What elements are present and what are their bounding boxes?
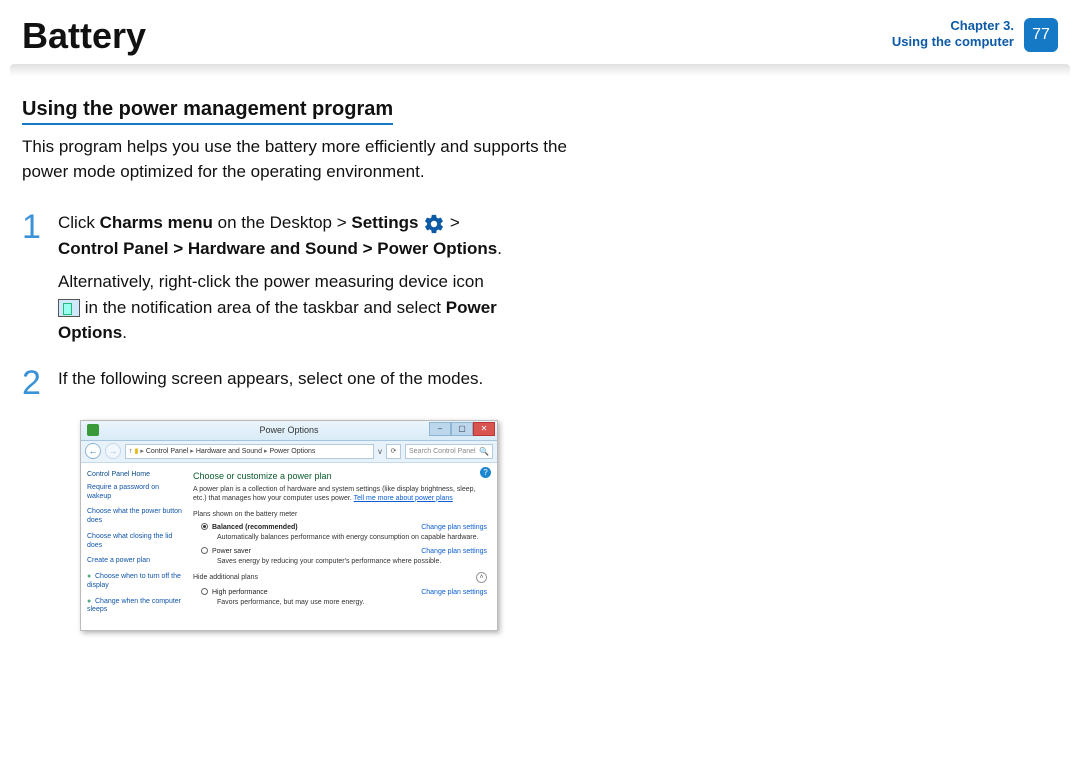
content-column: Using the power management program This … bbox=[0, 76, 590, 631]
change-plan-link[interactable]: Change plan settings bbox=[421, 524, 487, 531]
radio-high-performance[interactable] bbox=[201, 588, 208, 595]
plan-name: Power saver bbox=[212, 548, 251, 555]
folder-up-icon: ↑ bbox=[129, 448, 133, 455]
page-header: Battery Chapter 3. Using the computer 77 bbox=[0, 0, 1080, 54]
chapter-block: Chapter 3. Using the computer 77 bbox=[892, 18, 1058, 52]
search-placeholder: Search Control Panel bbox=[409, 448, 476, 455]
main-pane: ? Choose or customize a power plan A pow… bbox=[189, 463, 497, 630]
minimize-button[interactable]: – bbox=[429, 422, 451, 436]
step-1-alt2: in the notification area of the taskbar … bbox=[58, 295, 568, 346]
breadcrumb-item[interactable]: Control Panel bbox=[146, 448, 188, 455]
change-plan-link[interactable]: Change plan settings bbox=[421, 548, 487, 555]
chapter-line2: Using the computer bbox=[892, 34, 1014, 50]
collapse-icon[interactable]: ˄ bbox=[476, 572, 487, 583]
change-plan-link[interactable]: Change plan settings bbox=[421, 589, 487, 596]
forward-button[interactable]: → bbox=[105, 443, 121, 459]
power-options-window: Power Options – ▢ ✕ ← → ↑ ▮ ▸ Control Pa… bbox=[80, 420, 498, 631]
section-intro: This program helps you use the battery m… bbox=[22, 135, 568, 184]
address-bar: ← → ↑ ▮ ▸ Control Panel ▸ Hardware and S… bbox=[81, 441, 497, 463]
bullet-icon: ● bbox=[87, 573, 95, 582]
gear-icon bbox=[423, 213, 445, 235]
hide-plans-label[interactable]: Hide additional plans bbox=[193, 574, 258, 581]
main-heading: Choose or customize a power plan bbox=[193, 471, 487, 481]
step-1: 1 Click Charms menu on the Desktop > Set… bbox=[22, 210, 568, 346]
step-1-body: Click Charms menu on the Desktop > Setti… bbox=[58, 210, 568, 346]
plan-desc: Favors performance, but may use more ene… bbox=[217, 598, 487, 607]
folder-icon: ▮ bbox=[135, 447, 139, 455]
step-1-line2: Control Panel > Hardware and Sound > Pow… bbox=[58, 236, 568, 262]
sidebar: Control Panel Home Require a password on… bbox=[81, 463, 189, 630]
plan-name: High performance bbox=[212, 589, 268, 596]
step-1-line1: Click Charms menu on the Desktop > Setti… bbox=[58, 210, 568, 236]
step-2-body: If the following screen appears, select … bbox=[58, 366, 483, 400]
page-title: Battery bbox=[22, 18, 146, 54]
chapter-line1: Chapter 3. bbox=[892, 18, 1014, 34]
more-link[interactable]: Tell me more about power plans bbox=[354, 495, 453, 502]
main-description: A power plan is a collection of hardware… bbox=[193, 485, 487, 503]
step-number: 2 bbox=[22, 366, 44, 400]
plan-high-performance: High performance Change plan settings Fa… bbox=[201, 587, 487, 607]
plan-desc: Saves energy by reducing your computer's… bbox=[217, 557, 487, 566]
bullet-icon: ● bbox=[87, 598, 95, 607]
back-button[interactable]: ← bbox=[85, 443, 101, 459]
plan-balanced: Balanced (recommended) Change plan setti… bbox=[201, 522, 487, 542]
step-2: 2 If the following screen appears, selec… bbox=[22, 366, 568, 400]
header-shadow bbox=[10, 64, 1070, 76]
refresh-button[interactable]: ⟳ bbox=[386, 444, 401, 459]
breadcrumb-item[interactable]: Power Options bbox=[269, 448, 315, 455]
battery-tray-icon bbox=[58, 299, 80, 317]
window-controls: – ▢ ✕ bbox=[429, 422, 495, 436]
chapter-text: Chapter 3. Using the computer bbox=[892, 18, 1014, 51]
sidebar-link-close-lid[interactable]: Choose what closing the lid does bbox=[87, 533, 183, 551]
sidebar-link-power-button[interactable]: Choose what the power button does bbox=[87, 508, 183, 526]
plan-power-saver: Power saver Change plan settings Saves e… bbox=[201, 546, 487, 566]
meter-label: Plans shown on the battery meter bbox=[193, 511, 487, 518]
page-number-badge: 77 bbox=[1024, 18, 1058, 52]
help-icon[interactable]: ? bbox=[480, 467, 491, 478]
section-heading: Using the power management program bbox=[22, 98, 393, 125]
sidebar-link-display-off[interactable]: ●Choose when to turn off the display bbox=[87, 573, 183, 591]
sidebar-link-password[interactable]: Require a password on wakeup bbox=[87, 484, 183, 502]
hide-plans-row: Hide additional plans ˄ bbox=[193, 572, 487, 583]
plan-name: Balanced (recommended) bbox=[212, 524, 298, 531]
step-number: 1 bbox=[22, 210, 44, 346]
search-input[interactable]: Search Control Panel 🔍 bbox=[405, 444, 493, 459]
radio-balanced[interactable] bbox=[201, 523, 208, 530]
radio-power-saver[interactable] bbox=[201, 547, 208, 554]
sidebar-link-sleep[interactable]: ●Change when the computer sleeps bbox=[87, 598, 183, 616]
search-icon: 🔍 bbox=[479, 447, 489, 456]
maximize-button[interactable]: ▢ bbox=[451, 422, 473, 436]
window-body: Control Panel Home Require a password on… bbox=[81, 463, 497, 630]
breadcrumb[interactable]: ↑ ▮ ▸ Control Panel ▸ Hardware and Sound… bbox=[125, 444, 374, 459]
sidebar-home[interactable]: Control Panel Home bbox=[87, 471, 183, 478]
step-1-alt: Alternatively, right-click the power mea… bbox=[58, 269, 568, 295]
plan-desc: Automatically balances performance with … bbox=[217, 533, 487, 542]
close-button[interactable]: ✕ bbox=[473, 422, 495, 436]
breadcrumb-item[interactable]: Hardware and Sound bbox=[196, 448, 262, 455]
window-titlebar: Power Options – ▢ ✕ bbox=[81, 421, 497, 441]
sidebar-link-create-plan[interactable]: Create a power plan bbox=[87, 557, 183, 566]
